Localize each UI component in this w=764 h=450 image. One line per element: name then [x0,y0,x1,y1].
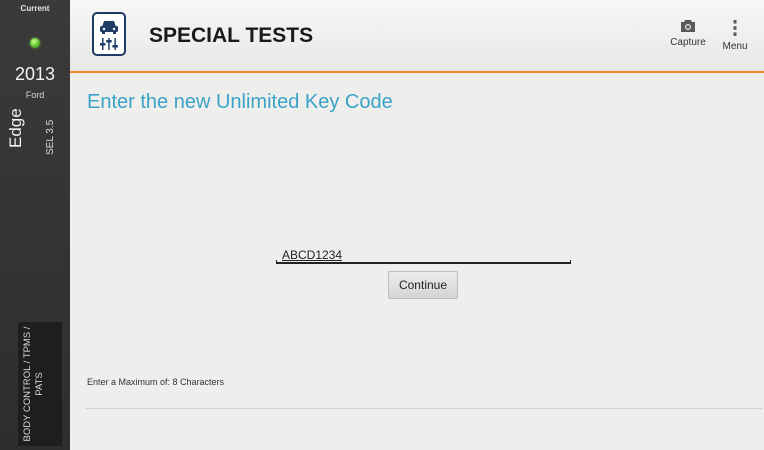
capture-button[interactable]: Capture [666,19,710,48]
app-bar: SPECIAL TESTS Capture Menu [70,0,764,73]
system-label: BODY CONTROL / TPMS / PATS [22,326,45,442]
menu-button[interactable]: Menu [713,19,757,52]
capture-label: Capture [670,37,706,48]
overflow-menu-icon [733,20,737,36]
divider [86,408,762,409]
current-label: Current [20,4,50,13]
vehicle-trim: SEL 3.5 [45,119,56,155]
input-underline [276,260,571,264]
vehicle-tests-icon [92,12,126,56]
page-title: SPECIAL TESTS [149,24,314,47]
vehicle-make: Ford [25,90,45,100]
code-prompt: Enter the new Unlimited Key Code [87,91,393,113]
system-selector[interactable]: BODY CONTROL / TPMS / PATS [18,322,62,446]
continue-button[interactable]: Continue [388,271,458,299]
vehicle-model: Edge [6,108,25,148]
status-led-icon [30,38,40,48]
max-characters-hint: Enter a Maximum of: 8 Characters [87,377,225,387]
camera-icon [681,20,695,32]
menu-label: Menu [722,41,748,52]
vehicle-sidebar: Current 2013 Ford Edge SEL 3.5 BODY CONT… [0,0,70,450]
vehicle-year: 2013 [14,64,56,84]
